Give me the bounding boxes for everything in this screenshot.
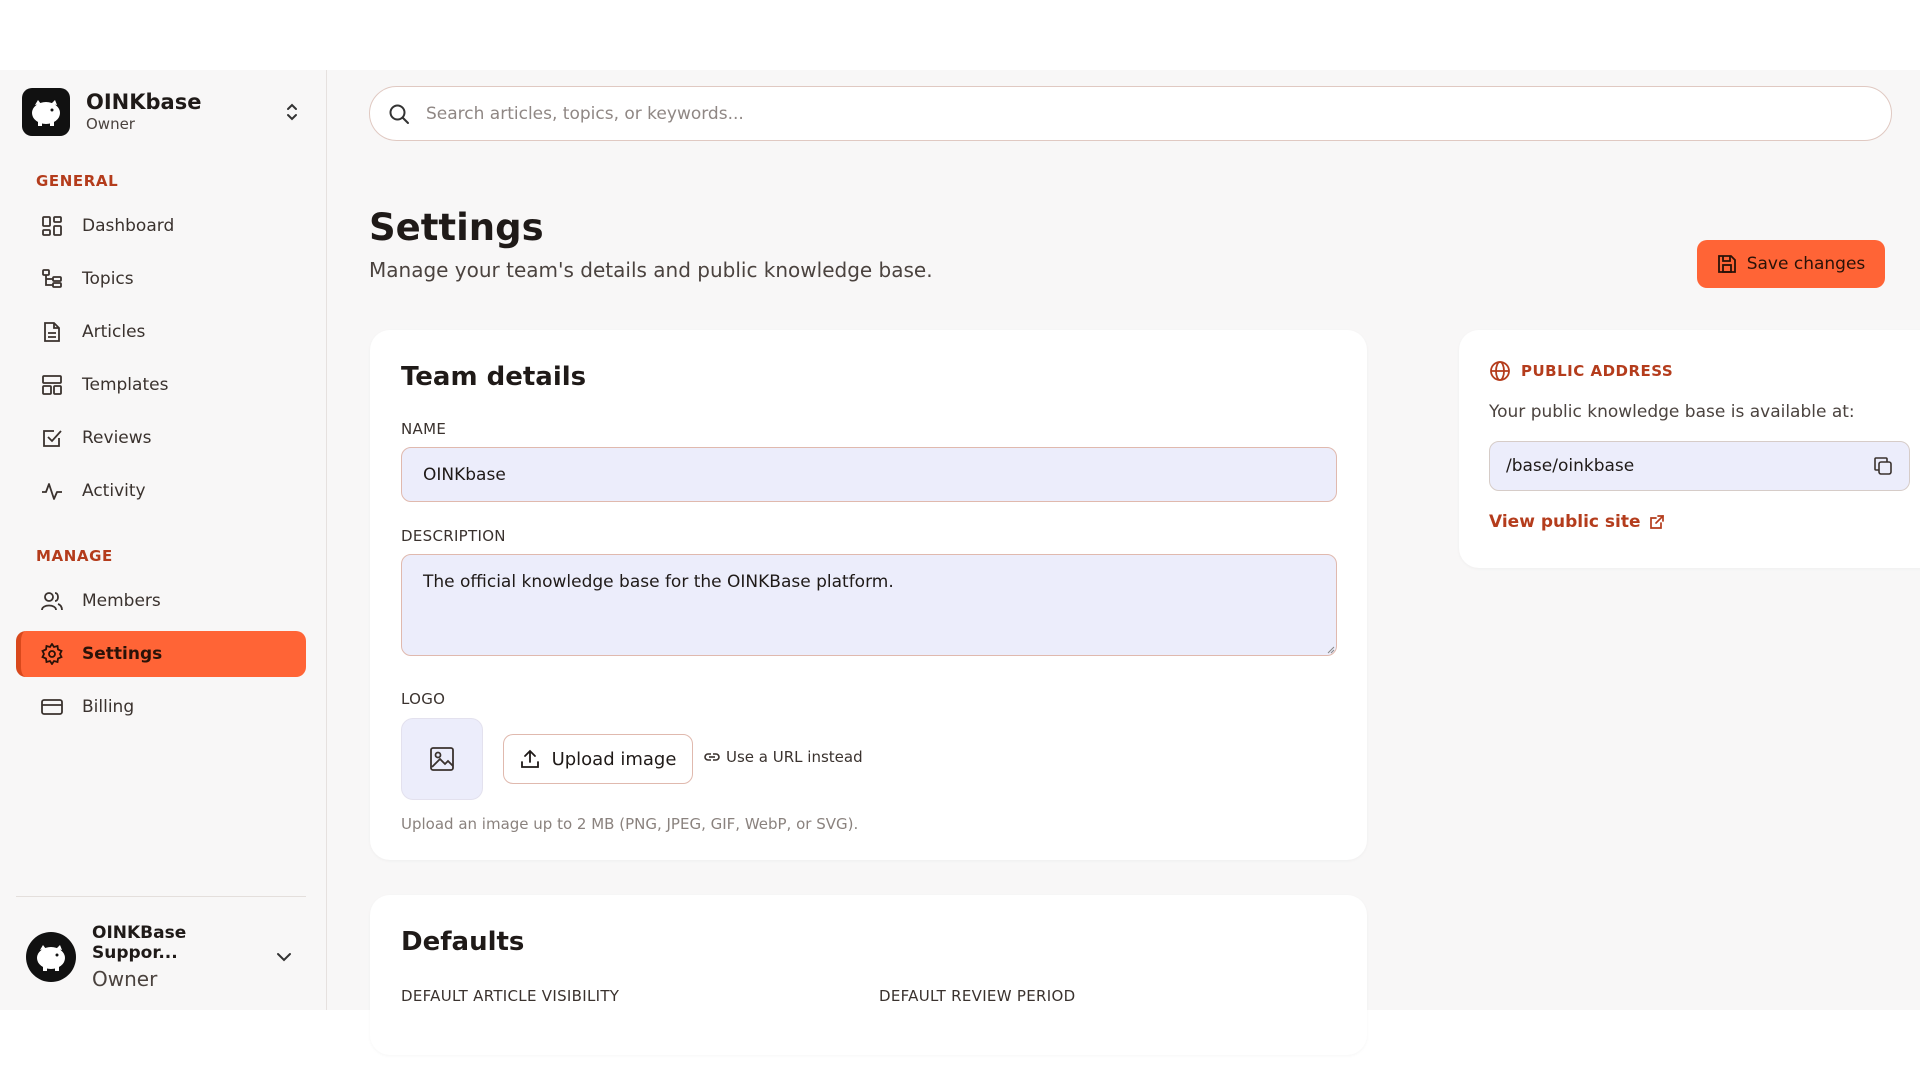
team-details-title: Team details bbox=[401, 362, 587, 392]
topics-icon bbox=[40, 267, 64, 291]
sidebar-item-label: Settings bbox=[82, 644, 163, 664]
logo-upload-hint: Upload an image up to 2 MB (PNG, JPEG, G… bbox=[401, 815, 859, 833]
use-url-link[interactable]: Use a URL instead bbox=[704, 748, 863, 766]
sidebar: OINKbase Owner GENERAL Dashboard Topics … bbox=[0, 70, 327, 1010]
upload-icon bbox=[520, 749, 540, 769]
team-details-card: Team details NAME DESCRIPTION The offici… bbox=[370, 330, 1367, 860]
public-address-field: /base/oinkbase bbox=[1489, 441, 1910, 491]
defaults-card: Defaults DEFAULT ARTICLE VISIBILITY DEFA… bbox=[370, 895, 1367, 1055]
public-address-path: /base/oinkbase bbox=[1506, 456, 1635, 476]
copy-icon[interactable] bbox=[1873, 456, 1893, 476]
team-switcher[interactable]: OINKbase Owner bbox=[22, 86, 302, 138]
section-label-manage: MANAGE bbox=[36, 547, 113, 565]
sidebar-item-label: Members bbox=[82, 591, 161, 611]
link-icon bbox=[704, 749, 720, 765]
public-address-card: PUBLIC ADDRESS Your public knowledge bas… bbox=[1459, 330, 1920, 568]
sidebar-item-templates[interactable]: Templates bbox=[16, 362, 306, 408]
search-bar[interactable] bbox=[369, 86, 1892, 141]
image-icon bbox=[429, 746, 455, 772]
view-public-site-label: View public site bbox=[1489, 512, 1641, 532]
description-wrapper: The official knowledge base for the OINK… bbox=[401, 554, 1337, 656]
sidebar-item-topics[interactable]: Topics bbox=[16, 256, 306, 302]
default-review-period-label: DEFAULT REVIEW PERIOD bbox=[879, 987, 1076, 1005]
sidebar-item-label: Activity bbox=[82, 481, 146, 501]
logo-label: LOGO bbox=[401, 690, 446, 708]
section-label-general: GENERAL bbox=[36, 172, 119, 190]
manage-nav: Members Settings Billing bbox=[16, 578, 306, 737]
members-icon bbox=[40, 589, 64, 613]
avatar bbox=[26, 932, 76, 982]
team-name: OINKbase bbox=[86, 90, 202, 114]
upload-image-button[interactable]: Upload image bbox=[503, 734, 693, 784]
use-url-label: Use a URL instead bbox=[726, 748, 863, 766]
sidebar-item-label: Reviews bbox=[82, 428, 152, 448]
sidebar-item-label: Billing bbox=[82, 697, 135, 717]
app-window: OINKbase Owner GENERAL Dashboard Topics … bbox=[0, 70, 1920, 1055]
save-changes-button[interactable]: Save changes bbox=[1697, 240, 1885, 288]
settings-icon bbox=[40, 642, 64, 666]
activity-icon bbox=[40, 479, 64, 503]
public-address-description: Your public knowledge base is available … bbox=[1489, 402, 1855, 422]
pig-logo-icon bbox=[22, 88, 70, 136]
defaults-title: Defaults bbox=[401, 927, 525, 957]
globe-icon bbox=[1489, 360, 1511, 382]
sidebar-item-reviews[interactable]: Reviews bbox=[16, 415, 306, 461]
resize-grip-icon[interactable] bbox=[1325, 644, 1335, 654]
user-name: OINKBase Suppor... bbox=[92, 923, 187, 963]
billing-icon bbox=[40, 695, 64, 719]
view-public-site-link[interactable]: View public site bbox=[1489, 512, 1665, 532]
name-label: NAME bbox=[401, 420, 447, 438]
public-address-title: PUBLIC ADDRESS bbox=[1521, 362, 1674, 380]
sidebar-item-label: Topics bbox=[82, 269, 134, 289]
search-icon bbox=[388, 103, 410, 125]
page-title: Settings bbox=[369, 206, 544, 249]
description-textarea[interactable]: The official knowledge base for the OINK… bbox=[401, 554, 1337, 656]
team-role: Owner bbox=[86, 115, 135, 133]
save-icon bbox=[1717, 254, 1737, 274]
sidebar-item-activity[interactable]: Activity bbox=[16, 468, 306, 514]
reviews-icon bbox=[40, 426, 64, 450]
templates-icon bbox=[40, 373, 64, 397]
user-role: Owner bbox=[92, 967, 158, 991]
user-menu[interactable]: OINKBase Suppor... Owner bbox=[16, 896, 306, 991]
sidebar-item-settings[interactable]: Settings bbox=[16, 631, 306, 677]
sidebar-item-articles[interactable]: Articles bbox=[16, 309, 306, 355]
sidebar-item-label: Dashboard bbox=[82, 216, 175, 236]
page-subtitle: Manage your team's details and public kn… bbox=[369, 258, 933, 282]
external-link-icon bbox=[1649, 514, 1665, 530]
description-label: DESCRIPTION bbox=[401, 527, 506, 545]
sidebar-item-members[interactable]: Members bbox=[16, 578, 306, 624]
sidebar-item-dashboard[interactable]: Dashboard bbox=[16, 203, 306, 249]
sidebar-item-label: Articles bbox=[82, 322, 146, 342]
team-name-input[interactable] bbox=[401, 447, 1337, 502]
articles-icon bbox=[40, 320, 64, 344]
logo-preview bbox=[401, 718, 483, 800]
sidebar-item-label: Templates bbox=[82, 375, 169, 395]
default-visibility-label: DEFAULT ARTICLE VISIBILITY bbox=[401, 987, 620, 1005]
chevron-up-down-icon bbox=[282, 100, 302, 124]
dashboard-icon bbox=[40, 214, 64, 238]
sidebar-item-billing[interactable]: Billing bbox=[16, 684, 306, 730]
general-nav: Dashboard Topics Articles Templates Revi… bbox=[16, 203, 306, 521]
chevron-down-icon bbox=[276, 952, 292, 962]
public-address-heading: PUBLIC ADDRESS bbox=[1489, 360, 1673, 382]
search-input[interactable] bbox=[426, 103, 1826, 124]
main-content: Settings Manage your team's details and … bbox=[327, 70, 1920, 1055]
upload-image-label: Upload image bbox=[551, 748, 677, 770]
save-changes-label: Save changes bbox=[1746, 254, 1866, 274]
